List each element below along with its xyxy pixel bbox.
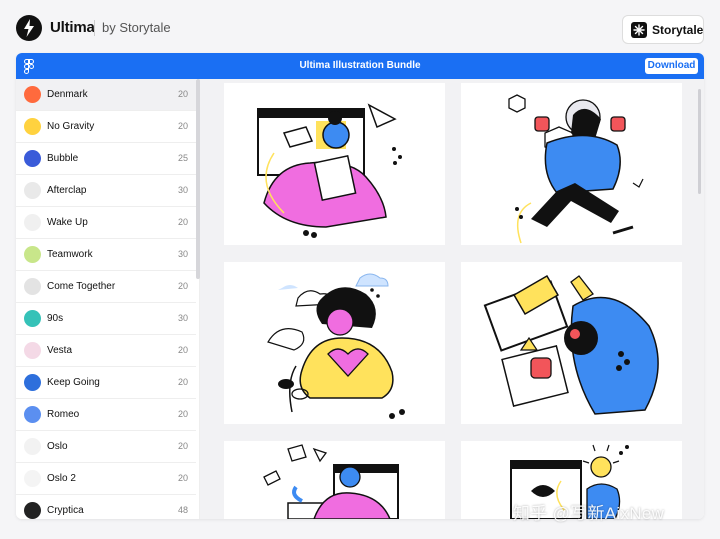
sidebar-item-label: 90s [47,313,64,324]
collection-thumbnail [24,406,41,423]
collection-thumbnail [24,438,41,455]
sidebar-item-count: 20 [177,121,188,131]
sidebar-item-label: Teamwork [47,249,93,260]
sidebar-item-label: Keep Going [47,377,100,388]
sidebar-item-oslo-2[interactable]: Oslo 2 20 [16,463,196,495]
storytale-button[interactable]: Storytale [622,15,704,44]
sidebar-item-count: 20 [177,441,188,451]
sidebar-item-afterclap[interactable]: Afterclap 30 [16,175,196,207]
divider [94,20,95,36]
sidebar-item-label: Romeo [47,409,80,420]
sidebar-item-90s[interactable]: 90s 30 [16,303,196,335]
sidebar-item-keep-going[interactable]: Keep Going 20 [16,367,196,399]
illustration-card[interactable] [224,262,445,424]
watermark-text: 知乎 @写新AixNew [513,504,665,523]
ultima-logo-icon[interactable] [16,15,42,41]
sidebar-item-label: Denmark [47,89,88,100]
illustration-man-kneeling [508,94,644,244]
illustration-card[interactable] [224,83,445,245]
sidebar-item-romeo[interactable]: Romeo 20 [16,399,196,431]
sidebar-item-label: Oslo 2 [47,473,76,484]
storytale-button-label: Storytale [652,23,704,37]
collection-thumbnail [24,118,41,135]
sidebar-item-count: 20 [177,473,188,483]
collection-thumbnail [24,150,41,167]
illustration-card[interactable] [461,83,682,245]
gallery-scrollbar[interactable] [698,89,701,194]
brand-name[interactable]: Ultima [50,19,95,36]
collection-thumbnail [24,246,41,263]
sidebar-item-come-together[interactable]: Come Together 20 [16,271,196,303]
sidebar-item-no-gravity[interactable]: No Gravity 20 [16,111,196,143]
sidebar-item-count: 20 [177,89,188,99]
sidebar-item-count: 48 [177,505,188,515]
bundle-panel: Ultima Illustration Bundle Download Denm… [16,53,704,519]
bundle-title: Ultima Illustration Bundle [299,60,421,71]
sidebar-item-teamwork[interactable]: Teamwork 30 [16,239,196,271]
illustration-figure-with-windows [483,274,659,415]
collection-thumbnail [24,470,41,487]
sidebar-item-wake-up[interactable]: Wake Up 20 [16,207,196,239]
sidebar-item-count: 20 [177,345,188,355]
sidebar-item-label: Come Together [47,281,116,292]
sidebar-item-label: Oslo [47,441,68,452]
sidebar-item-bubble[interactable]: Bubble 25 [16,143,196,175]
sidebar-item-count: 25 [177,153,188,163]
sidebar-item-label: Vesta [47,345,73,356]
collection-thumbnail [24,214,41,231]
sidebar-item-count: 30 [177,185,188,195]
app-header: Ultima by Storytale Storytale [0,0,720,56]
collection-thumbnail [24,342,41,359]
illustration-card[interactable] [224,441,445,519]
sidebar-item-label: Wake Up [47,217,88,228]
brand-byline: by Storytale [102,20,171,35]
storytale-icon [631,22,647,38]
download-button[interactable]: Download [645,58,698,74]
sidebar-item-denmark[interactable]: Denmark 20 [16,79,196,111]
sidebar-item-label: Afterclap [47,185,87,196]
collection-thumbnail [24,182,41,199]
illustration-gallery [200,79,704,519]
sidebar-item-count: 20 [177,281,188,291]
sidebar-item-label: Cryptica [47,505,84,516]
collection-thumbnail [24,86,41,103]
illustration-card[interactable] [461,262,682,424]
bundle-topbar: Ultima Illustration Bundle Download [16,53,704,79]
sidebar-item-count: 30 [177,249,188,259]
sidebar-item-vesta[interactable]: Vesta 20 [16,335,196,367]
collection-thumbnail [24,374,41,391]
sidebar-item-count: 20 [177,409,188,419]
sidebar-item-count: 30 [177,313,188,323]
collection-thumbnail [24,278,41,295]
sidebar-item-label: No Gravity [47,121,95,132]
collection-thumbnail [24,310,41,327]
collection-sidebar: Denmark 20 No Gravity 20 Bubble 25 After… [16,79,200,519]
illustration-woman-hugging-heart [267,273,405,419]
sidebar-item-label: Bubble [47,153,79,164]
sidebar-item-cryptica[interactable]: Cryptica 48 [16,495,196,519]
illustration-pink-figure [263,444,399,519]
sidebar-item-count: 20 [177,217,188,227]
collection-thumbnail [24,502,41,519]
illustration-woman-reading-letter [257,103,402,238]
sidebar-item-oslo[interactable]: Oslo 20 [16,431,196,463]
sidebar-item-count: 20 [177,377,188,387]
